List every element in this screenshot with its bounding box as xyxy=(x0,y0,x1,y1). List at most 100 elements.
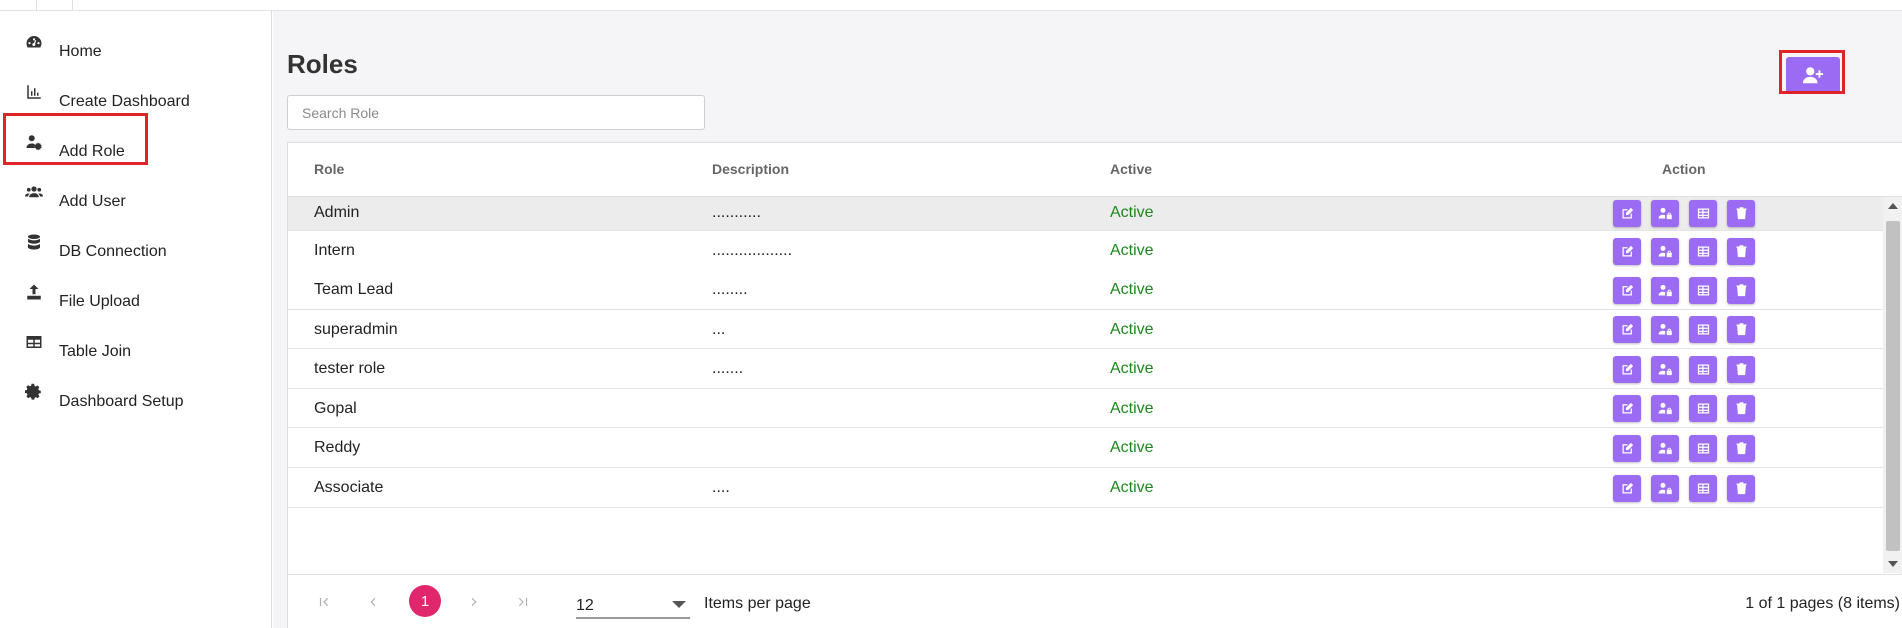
table-button[interactable] xyxy=(1689,237,1717,265)
last-page-icon xyxy=(518,597,528,607)
edit-button[interactable] xyxy=(1613,395,1641,422)
page-number-current[interactable]: 1 xyxy=(409,585,441,617)
table-header: Role Description Active Action xyxy=(288,143,1902,197)
table-icon xyxy=(1697,364,1709,374)
table-row[interactable]: Admin........... Active xyxy=(288,197,1883,231)
user-lock-icon xyxy=(1658,482,1672,494)
chevron-right-icon xyxy=(471,597,477,607)
chevron-left-icon xyxy=(370,597,376,607)
table-row[interactable]: Intern.................. Active xyxy=(288,231,1883,271)
chevron-down-icon xyxy=(672,601,686,608)
page-size-select[interactable]: 12 xyxy=(576,587,690,619)
trash-button[interactable] xyxy=(1727,199,1755,227)
role-description: .................. xyxy=(712,242,793,259)
first-page-button[interactable] xyxy=(314,592,334,612)
role-name: Associate xyxy=(314,479,384,496)
sidebar-item-db-connection[interactable]: DB Connection xyxy=(0,226,272,264)
scroll-down-arrow[interactable] xyxy=(1888,561,1898,567)
table-icon xyxy=(1697,403,1709,414)
page-title: Roles xyxy=(287,49,358,79)
status-badge: Active xyxy=(1110,320,1154,338)
trash-button[interactable] xyxy=(1727,395,1755,422)
trash-button[interactable] xyxy=(1727,316,1755,343)
sidebar: Home Create Dashboard Add Role Add User … xyxy=(0,11,272,628)
edit-button[interactable] xyxy=(1613,434,1641,462)
table-row[interactable]: tester role....... Active xyxy=(288,349,1883,389)
scroll-up-arrow[interactable] xyxy=(1888,203,1898,209)
user-lock-button[interactable] xyxy=(1651,474,1679,502)
page-size-value: 12 xyxy=(576,597,594,614)
sidebar-item-home[interactable]: Home xyxy=(0,26,272,64)
user-lock-button[interactable] xyxy=(1651,199,1679,227)
user-lock-button[interactable] xyxy=(1651,237,1679,265)
edit-button[interactable] xyxy=(1613,474,1641,502)
edit-icon xyxy=(1622,482,1633,493)
upload-icon xyxy=(24,282,44,302)
edit-icon xyxy=(1622,284,1633,295)
trash-button[interactable] xyxy=(1727,434,1755,462)
trash-icon xyxy=(1736,481,1746,494)
table-button[interactable] xyxy=(1689,395,1717,422)
role-name: Team Lead xyxy=(314,281,394,298)
user-lock-button[interactable] xyxy=(1651,316,1679,343)
sidebar-item-create-dashboard[interactable]: Create Dashboard xyxy=(0,76,272,114)
scroll-thumb[interactable] xyxy=(1886,221,1900,551)
status-badge: Active xyxy=(1110,242,1154,259)
user-lock-button[interactable] xyxy=(1651,355,1679,383)
column-header-active[interactable]: Active xyxy=(1110,161,1152,177)
previous-page-button[interactable] xyxy=(363,592,383,612)
edit-button[interactable] xyxy=(1613,316,1641,343)
search-input[interactable] xyxy=(287,95,705,130)
table-button[interactable] xyxy=(1689,355,1717,383)
user-lock-icon xyxy=(1658,207,1672,219)
table-button[interactable] xyxy=(1689,199,1717,227)
table-row[interactable]: superadmin... Active xyxy=(288,310,1883,349)
trash-button[interactable] xyxy=(1727,276,1755,304)
edit-button[interactable] xyxy=(1613,199,1641,227)
table-button[interactable] xyxy=(1689,434,1717,462)
vertical-scrollbar[interactable] xyxy=(1883,197,1902,573)
table-button[interactable] xyxy=(1689,276,1717,304)
table-icon xyxy=(1697,443,1709,453)
trash-button[interactable] xyxy=(1727,474,1755,502)
table-button[interactable] xyxy=(1689,316,1717,343)
next-page-button[interactable] xyxy=(464,592,484,612)
row-actions xyxy=(1613,276,1755,304)
trash-icon xyxy=(1736,323,1746,336)
column-header-description[interactable]: Description xyxy=(712,161,789,177)
sidebar-item-label: DB Connection xyxy=(59,243,167,260)
sidebar-item-label: Add User xyxy=(59,193,126,210)
column-header-role[interactable]: Role xyxy=(314,161,344,177)
table-icon xyxy=(1697,246,1709,256)
table-row[interactable]: Reddy Active xyxy=(288,428,1883,468)
user-lock-button[interactable] xyxy=(1651,434,1679,462)
edit-button[interactable] xyxy=(1613,276,1641,304)
edit-icon xyxy=(1622,245,1633,256)
last-page-button[interactable] xyxy=(513,592,533,612)
row-actions xyxy=(1613,316,1755,343)
user-lock-button[interactable] xyxy=(1651,395,1679,422)
table-row[interactable]: Gopal Active xyxy=(288,389,1883,428)
user-lock-icon xyxy=(1658,245,1672,257)
user-lock-button[interactable] xyxy=(1651,276,1679,304)
user-lock-icon xyxy=(1658,284,1672,296)
sidebar-item-table-join[interactable]: Table Join xyxy=(0,326,272,364)
status-badge: Active xyxy=(1110,439,1154,456)
table-row[interactable]: Team Lead........ Active xyxy=(288,270,1883,310)
row-actions xyxy=(1613,395,1755,422)
edit-button[interactable] xyxy=(1613,355,1641,383)
sidebar-item-dashboard-setup[interactable]: Dashboard Setup xyxy=(0,376,272,414)
main-content: Roles Role Description Active Action Adm… xyxy=(273,11,1902,628)
sidebar-item-file-upload[interactable]: File Upload xyxy=(0,276,272,314)
table-row[interactable]: Associate.... Active xyxy=(288,468,1883,508)
edit-button[interactable] xyxy=(1613,237,1641,265)
role-name: superadmin xyxy=(314,320,398,338)
trash-icon xyxy=(1736,362,1746,375)
sidebar-item-add-user[interactable]: Add User xyxy=(0,176,272,214)
database-icon xyxy=(24,232,44,252)
status-badge: Active xyxy=(1110,399,1154,417)
table-button[interactable] xyxy=(1689,474,1717,502)
trash-button[interactable] xyxy=(1727,237,1755,265)
trash-button[interactable] xyxy=(1727,355,1755,383)
first-page-icon xyxy=(319,597,329,607)
